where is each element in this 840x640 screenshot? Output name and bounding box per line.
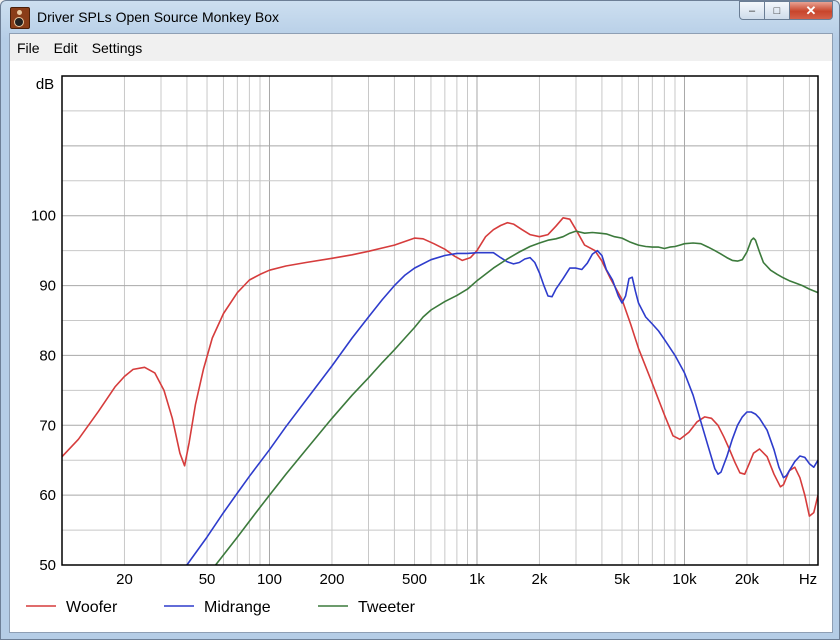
minimize-button[interactable]: – [739,1,765,20]
y-tick-label: 90 [39,278,56,295]
x-tick-label: 100 [257,571,282,588]
x-tick-label: 200 [319,571,344,588]
y-tick-label: 70 [39,417,56,434]
window-title: Driver SPLs Open Source Monkey Box [37,9,279,25]
x-tick-label: 2k [532,571,548,588]
title-bar[interactable]: Driver SPLs Open Source Monkey Box – □ ✕ [1,1,839,33]
x-tick-label: 1k [469,571,485,588]
x-tick-label: 50 [199,571,216,588]
x-axis-label: Hz [799,571,817,588]
speaker-icon[interactable] [10,7,30,29]
y-tick-label: 80 [39,347,56,364]
x-tick-label: 500 [402,571,427,588]
minimize-icon: – [748,4,756,17]
y-tick-label: 50 [39,557,56,574]
close-button[interactable]: ✕ [789,1,833,20]
app-window: Driver SPLs Open Source Monkey Box – □ ✕… [0,0,840,640]
maximize-button[interactable]: □ [764,1,790,20]
x-tick-label: 20k [735,571,760,588]
legend-label-midrange: Midrange [204,599,271,616]
y-tick-label: 60 [39,487,56,504]
y-axis-label: dB [36,76,54,93]
legend-label-tweeter: Tweeter [358,599,416,616]
client-area: File Edit Settings dB 100 90 80 70 60 50 20 50 10… [9,33,833,633]
y-tick-label: 100 [31,208,56,225]
x-tick-label: 10k [672,571,697,588]
caption-buttons: – □ ✕ [739,1,833,22]
spl-chart: dB 100 90 80 70 60 50 20 50 100 200 500 1k 2k 5k 10k 20k… [26,75,819,616]
maximize-icon: □ [773,4,781,17]
x-tick-label: 5k [614,571,630,588]
close-icon: ✕ [805,2,817,18]
legend-label-woofer: Woofer [66,599,118,616]
x-tick-label: 20 [116,571,133,588]
